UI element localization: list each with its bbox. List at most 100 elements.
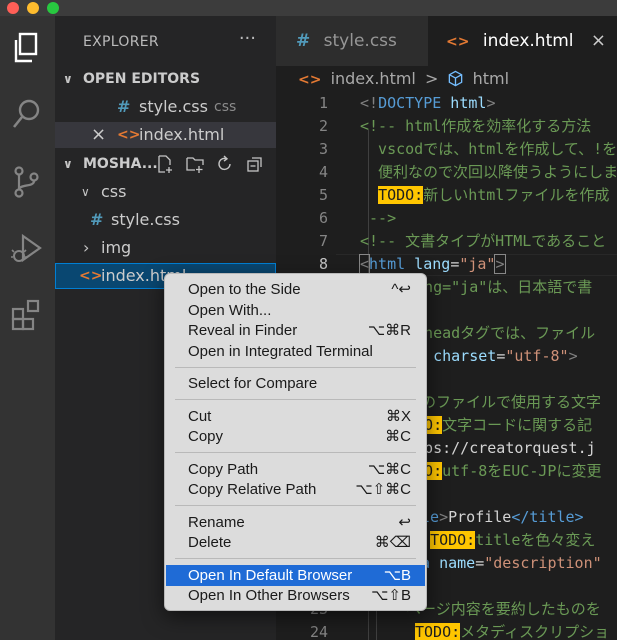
line-number: 2 [318, 117, 328, 135]
menu-item-reveal-in-finder[interactable]: Reveal in Finder ⌥⌘R [166, 320, 425, 341]
menu-item-shortcut: ⌘X [385, 407, 411, 425]
minimize-window-button[interactable] [27, 2, 39, 14]
line-number: 1 [318, 94, 328, 112]
code-line-7: <!-- 文書タイプがHTMLであること [360, 232, 607, 250]
breadcrumb: <> index.html > html [276, 66, 617, 92]
source-control-icon[interactable] [9, 164, 45, 200]
menu-item-rename[interactable]: Rename ↩ [166, 512, 425, 533]
new-file-icon[interactable] [156, 155, 174, 173]
code-line-11: - headタグでは、ファイル [406, 324, 596, 342]
menu-item-cut[interactable]: Cut ⌘X [166, 406, 425, 427]
menu-item-label: Open With... [188, 301, 272, 319]
tab-style-css[interactable]: # style.css [276, 16, 428, 66]
menu-item-label: Open In Other Browsers [188, 587, 350, 604]
line-number: 6 [318, 209, 328, 227]
explorer-title: EXPLORER [83, 34, 159, 50]
menu-item-shortcut: ⌥⇧⌘C [355, 481, 411, 498]
menu-item-open-with[interactable]: Open With... [166, 300, 425, 321]
close-icon[interactable]: × [91, 122, 106, 148]
menu-item-delete[interactable]: Delete ⌘⌫ [166, 532, 425, 553]
menu-item-shortcut: ^↩ [391, 281, 411, 298]
editor-tab-bar: # style.css <> index.html × [276, 16, 617, 66]
menu-item-copy-path[interactable]: Copy Path ⌥⌘C [166, 459, 425, 480]
open-editor-item-index-html[interactable]: × <> index.html [55, 122, 276, 148]
code-line-16: ttps://creatorquest.j [406, 439, 596, 457]
html-file-icon: <> [79, 268, 103, 284]
breadcrumb-file[interactable]: index.html [331, 69, 416, 88]
code-line-3: vscodでは、htmlを作成して、!を [360, 140, 617, 158]
open-editor-item-style-css[interactable]: # style.css css [55, 94, 276, 120]
explorer-icon[interactable] [9, 30, 45, 66]
css-file-icon: # [296, 31, 311, 51]
project-folder-header[interactable]: ∨ MOSHA... [55, 151, 276, 177]
menu-item-open-in-other-browsers[interactable]: Open In Other Browsers ⌥⇧B [166, 585, 425, 606]
run-debug-icon[interactable] [9, 230, 45, 266]
line-number: 24 [309, 623, 328, 640]
menu-separator [175, 399, 416, 400]
more-actions-icon[interactable]: ··· [239, 28, 256, 49]
menu-item-label: Open in Integrated Terminal [188, 342, 373, 360]
menu-item-label: Open to the Side [188, 281, 301, 298]
menu-item-label: Copy [188, 428, 224, 445]
menu-item-copy[interactable]: Copy ⌘C [166, 426, 425, 447]
html-file-icon: <> [298, 72, 322, 88]
search-icon[interactable] [9, 96, 45, 132]
line-number: 7 [318, 232, 328, 250]
menu-separator [175, 452, 416, 453]
line-number: 3 [318, 140, 328, 158]
extensions-icon[interactable] [9, 297, 45, 333]
menu-item-label: Cut [188, 407, 212, 425]
menu-item-copy-relative-path[interactable]: Copy Relative Path ⌥⇧⌘C [166, 479, 425, 500]
menu-item-shortcut: ⌥⌘R [367, 322, 411, 339]
code-line-23: ページ内容を要約したものを [406, 600, 601, 618]
menu-item-open-to-the-side[interactable]: Open to the Side ^↩ [166, 279, 425, 300]
chevron-right-icon: › [83, 238, 90, 257]
code-line-14: このファイルで使用する文字 [406, 393, 602, 411]
menu-item-open-in-integrated-terminal[interactable]: Open in Integrated Terminal [166, 341, 425, 362]
menu-item-shortcut: ⌥⌘C [367, 460, 411, 478]
menu-separator [175, 505, 416, 506]
new-folder-icon[interactable] [186, 155, 204, 173]
code-line-19: tle>Profile</title> [412, 508, 584, 526]
activity-bar [0, 16, 55, 640]
menu-item-label: Select for Compare [188, 375, 318, 392]
zoom-window-button[interactable] [47, 2, 59, 14]
code-line-24: TODO:メタディスクリプショ [415, 623, 610, 640]
collapse-all-icon[interactable] [246, 155, 264, 173]
todo-highlight: TODO: [415, 623, 461, 640]
menu-item-label: Rename [188, 513, 245, 531]
menu-item-shortcut: ⌘C [385, 428, 411, 445]
menu-item-shortcut: ↩ [398, 513, 411, 531]
line-number: 4 [318, 163, 328, 181]
code-line-15: ODO:文字コードに関する記 [406, 414, 592, 437]
css-file-icon: # [117, 97, 131, 116]
todo-highlight: TODO: [430, 531, 476, 549]
close-icon[interactable]: × [591, 30, 606, 51]
chevron-down-icon: ∨ [63, 157, 73, 171]
chevron-down-icon: ∨ [63, 72, 73, 86]
code-line-9: lang="ja"は、日本語で書 [406, 278, 593, 296]
breadcrumb-symbol[interactable]: html [473, 69, 509, 88]
tree-folder-css[interactable]: ∨ css [55, 179, 276, 205]
css-file-icon: # [90, 210, 104, 229]
open-editors-header[interactable]: ∨ OPEN EDITORS [55, 66, 276, 92]
tree-folder-img[interactable]: › img [55, 235, 276, 261]
menu-item-open-in-default-browser[interactable]: Open In Default Browser ⌥B [166, 564, 425, 586]
menu-separator [175, 366, 416, 368]
menu-item-label: Reveal in Finder [188, 322, 298, 339]
menu-item-shortcut: ⌘⌫ [374, 534, 411, 551]
todo-highlight: TODO: [378, 186, 424, 204]
html-file-icon: <> [446, 34, 470, 50]
close-window-button[interactable] [7, 2, 19, 14]
tree-file-style-css[interactable]: # style.css [55, 207, 276, 233]
menu-item-label: Copy Path [188, 460, 259, 478]
code-line-17: ODO:utf-8をEUC-JPに変更 [406, 460, 601, 483]
html-file-icon: <> [117, 127, 141, 143]
tab-index-html[interactable]: <> index.html × [428, 16, 617, 66]
menu-item-select-for-compare[interactable]: Select for Compare [166, 373, 425, 394]
chevron-down-icon: ∨ [81, 185, 90, 199]
menu-separator [175, 558, 416, 559]
code-line-5: TODO:新しいhtmlファイルを作成 [378, 186, 610, 204]
refresh-icon[interactable] [216, 155, 234, 173]
menu-item-label: Delete [188, 534, 232, 551]
